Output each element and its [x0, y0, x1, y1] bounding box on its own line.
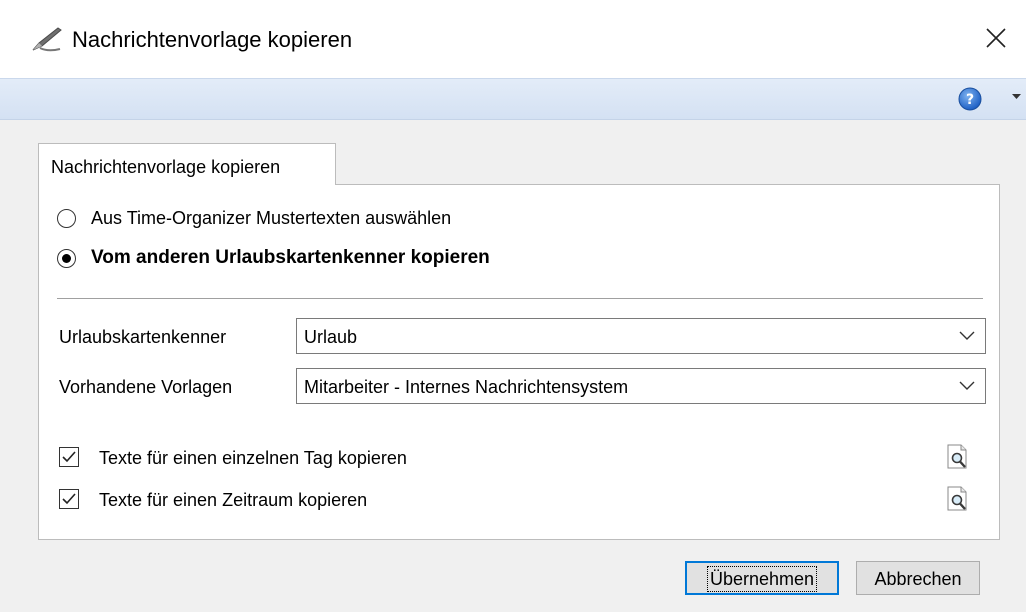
- radio-urlaubskartenkenner-label[interactable]: Vom anderen Urlaubskartenkenner kopieren: [91, 247, 490, 269]
- radio-mustertexten[interactable]: [57, 209, 76, 228]
- zeitraum-checkbox[interactable]: [59, 489, 79, 509]
- urlaubskartenkenner-value: Urlaub: [304, 327, 358, 347]
- urlaubskartenkenner-label: Urlaubskartenkenner: [59, 327, 227, 347]
- dropdown-arrow-icon[interactable]: [1012, 94, 1021, 100]
- zeitraum-label[interactable]: Texte für einen Zeitraum kopieren: [99, 490, 367, 511]
- uebernehmen-button[interactable]: Übernehmen: [685, 561, 839, 595]
- preview-magnifier-icon[interactable]: [945, 443, 971, 471]
- tab-label: Nachrichtenvorlage kopieren: [51, 157, 281, 177]
- einzelner-tag-label[interactable]: Texte für einen einzelnen Tag kopieren: [99, 448, 407, 469]
- urlaubskartenkenner-select[interactable]: Urlaub: [296, 318, 986, 354]
- feather-pen-icon: [32, 27, 62, 52]
- vorhandene-vorlagen-select[interactable]: Mitarbeiter - Internes Nachrichtensystem: [296, 368, 986, 404]
- separator: [57, 298, 983, 299]
- radio-urlaubskartenkenner[interactable]: [57, 249, 76, 268]
- help-bar: ?: [0, 78, 1026, 120]
- preview-magnifier-icon[interactable]: [945, 485, 971, 513]
- vorhandene-vorlagen-label: Vorhandene Vorlagen: [59, 377, 233, 397]
- help-icon[interactable]: ?: [957, 86, 983, 112]
- radio-mustertexten-label[interactable]: Aus Time-Organizer Mustertexten auswähle…: [91, 208, 451, 229]
- chevron-down-icon: [959, 331, 975, 340]
- title-bar: Nachrichtenvorlage kopieren: [0, 0, 1026, 78]
- window-title: Nachrichtenvorlage kopieren: [72, 27, 353, 52]
- close-icon[interactable]: [982, 24, 1010, 52]
- einzelner-tag-checkbox[interactable]: [59, 447, 79, 467]
- uebernehmen-label: Übernehmen: [706, 566, 818, 592]
- vorhandene-vorlagen-value: Mitarbeiter - Internes Nachrichtensystem: [304, 377, 629, 397]
- chevron-down-icon: [959, 381, 975, 390]
- checkmark-icon: [62, 493, 76, 505]
- tab-nachrichtenvorlage-kopieren[interactable]: Nachrichtenvorlage kopieren: [38, 143, 336, 185]
- tab-panel: Aus Time-Organizer Mustertexten auswähle…: [38, 184, 1000, 540]
- svg-text:?: ?: [966, 92, 974, 108]
- checkmark-icon: [62, 451, 76, 463]
- abbrechen-button[interactable]: Abbrechen: [856, 561, 980, 595]
